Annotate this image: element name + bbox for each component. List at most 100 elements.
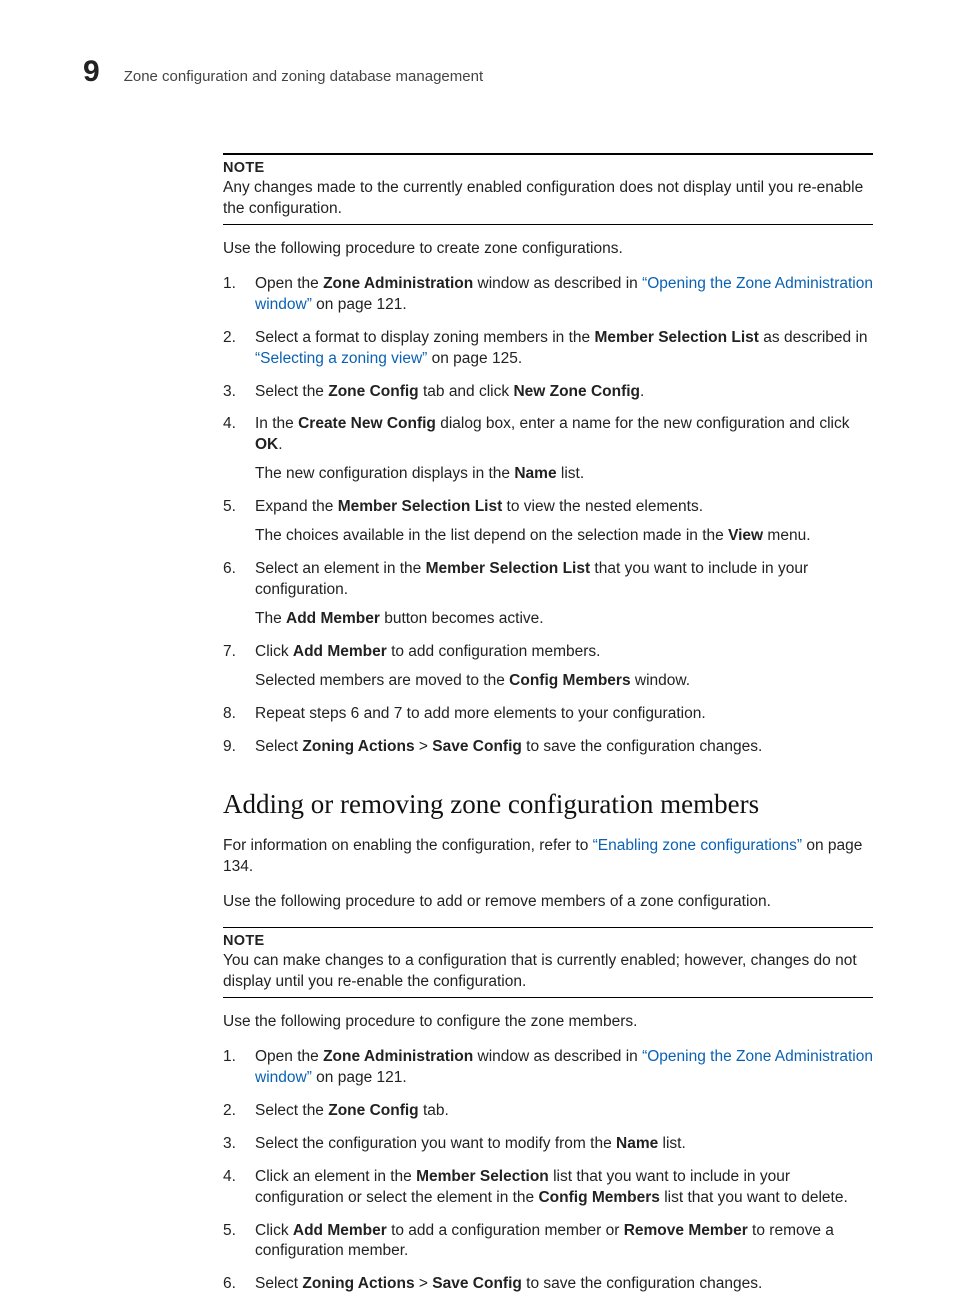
ui-term: Config Members <box>509 672 630 689</box>
running-header: 9 Zone configuration and zoning database… <box>83 52 873 93</box>
ui-term: Member Selection <box>416 1168 549 1185</box>
procedure-list: Open the Zone Administration window as d… <box>223 274 873 758</box>
step-text: list. <box>658 1135 686 1152</box>
step-text: window. <box>631 672 690 689</box>
step-text: button becomes active. <box>380 610 544 627</box>
ui-term: Add Member <box>293 1222 387 1239</box>
step-item: Open the Zone Administration window as d… <box>223 1047 873 1089</box>
ui-term: Save Config <box>432 1275 522 1292</box>
step-text: Select a format to display zoning member… <box>255 329 594 346</box>
note-rule <box>223 224 873 225</box>
step-text: to save the configuration changes. <box>522 738 762 755</box>
step-item: Select Zoning Actions > Save Config to s… <box>223 737 873 758</box>
step-text: menu. <box>763 527 810 544</box>
step-text: Select the <box>255 1102 328 1119</box>
page: 9 Zone configuration and zoning database… <box>83 52 873 1315</box>
body-content: NOTE Any changes made to the currently e… <box>223 153 873 1296</box>
step-text: window as described in <box>473 1048 642 1065</box>
ui-term: View <box>728 527 763 544</box>
ui-term: Zone Config <box>328 1102 418 1119</box>
ui-term: Add Member <box>293 643 387 660</box>
ui-term: Save Config <box>432 738 522 755</box>
ui-term: Zone Config <box>328 383 418 400</box>
note-rule <box>223 153 873 155</box>
step-text: In the <box>255 415 298 432</box>
step-text: on page 121. <box>312 296 407 313</box>
step-text: Select an element in the <box>255 560 426 577</box>
step-text: > <box>415 738 433 755</box>
step-item: Click Add Member to add a configuration … <box>223 1221 873 1263</box>
cross-reference-link[interactable]: “Enabling zone configurations” <box>593 837 802 854</box>
section-heading: Adding or removing zone configuration me… <box>223 786 873 822</box>
step-text: The <box>255 610 286 627</box>
step-result: Selected members are moved to the Config… <box>255 671 873 692</box>
step-item: Repeat steps 6 and 7 to add more element… <box>223 704 873 725</box>
ui-term: Config Members <box>538 1189 659 1206</box>
intro-paragraph: Use the following procedure to create zo… <box>223 239 873 260</box>
step-text: Open the <box>255 275 323 292</box>
step-text: on page 121. <box>312 1069 407 1086</box>
text: For information on enabling the configur… <box>223 837 593 854</box>
step-text: list that you want to delete. <box>660 1189 848 1206</box>
step-result: The choices available in the list depend… <box>255 526 873 547</box>
ui-term: Zoning Actions <box>302 1275 414 1292</box>
step-item: Select the Zone Config tab and click New… <box>223 382 873 403</box>
step-result: The Add Member button becomes active. <box>255 609 873 630</box>
step-text: Select the <box>255 383 328 400</box>
ui-term: Remove Member <box>624 1222 748 1239</box>
ui-term: Add Member <box>286 610 380 627</box>
note-label: NOTE <box>223 159 873 179</box>
ui-term: Zone Administration <box>323 275 473 292</box>
note-rule <box>223 927 873 928</box>
running-title: Zone configuration and zoning database m… <box>124 67 483 87</box>
step-text: list. <box>557 465 585 482</box>
step-text: Click <box>255 1222 293 1239</box>
step-text: dialog box, enter a name for the new con… <box>436 415 850 432</box>
procedure-list: Open the Zone Administration window as d… <box>223 1047 873 1295</box>
step-item: Click an element in the Member Selection… <box>223 1167 873 1209</box>
step-text: . <box>640 383 644 400</box>
paragraph: Use the following procedure to add or re… <box>223 892 873 913</box>
ui-term: New Zone Config <box>513 383 640 400</box>
step-text: to add configuration members. <box>387 643 601 660</box>
step-text: tab. <box>419 1102 449 1119</box>
intro-paragraph: Use the following procedure to configure… <box>223 1012 873 1033</box>
ui-term: Member Selection List <box>338 498 503 515</box>
step-item: Select the Zone Config tab. <box>223 1101 873 1122</box>
step-text: as described in <box>759 329 868 346</box>
step-item: Click Add Member to add configuration me… <box>223 642 873 692</box>
step-text: on page 125. <box>427 350 522 367</box>
ui-term: Name <box>514 465 556 482</box>
ui-term: Create New Config <box>298 415 436 432</box>
note-body: Any changes made to the currently enable… <box>223 178 873 220</box>
ui-term: OK <box>255 436 278 453</box>
ui-term: Name <box>616 1135 658 1152</box>
cross-reference-link[interactable]: “Selecting a zoning view” <box>255 350 427 367</box>
step-text: Select the configuration you want to mod… <box>255 1135 616 1152</box>
note-rule <box>223 997 873 998</box>
step-item: Select the configuration you want to mod… <box>223 1134 873 1155</box>
ui-term: Zone Administration <box>323 1048 473 1065</box>
step-item: Select a format to display zoning member… <box>223 328 873 370</box>
ui-term: Zoning Actions <box>302 738 414 755</box>
step-item: Open the Zone Administration window as d… <box>223 274 873 316</box>
note-body: You can make changes to a configuration … <box>223 951 873 993</box>
step-text: Click <box>255 643 293 660</box>
step-text: The new configuration displays in the <box>255 465 514 482</box>
ui-term: Member Selection List <box>426 560 591 577</box>
chapter-number: 9 <box>83 52 100 93</box>
step-text: to add a configuration member or <box>387 1222 624 1239</box>
step-text: tab and click <box>419 383 514 400</box>
paragraph: For information on enabling the configur… <box>223 836 873 878</box>
step-item: Expand the Member Selection List to view… <box>223 497 873 547</box>
ui-term: Member Selection List <box>594 329 759 346</box>
step-text: to save the configuration changes. <box>522 1275 762 1292</box>
step-text: . <box>278 436 282 453</box>
step-text: Open the <box>255 1048 323 1065</box>
step-text: Selected members are moved to the <box>255 672 509 689</box>
step-text: Select <box>255 738 302 755</box>
step-item: Select Zoning Actions > Save Config to s… <box>223 1274 873 1295</box>
step-text: Repeat steps 6 and 7 to add more element… <box>255 705 706 722</box>
step-text: to view the nested elements. <box>502 498 703 515</box>
step-text: Select <box>255 1275 302 1292</box>
